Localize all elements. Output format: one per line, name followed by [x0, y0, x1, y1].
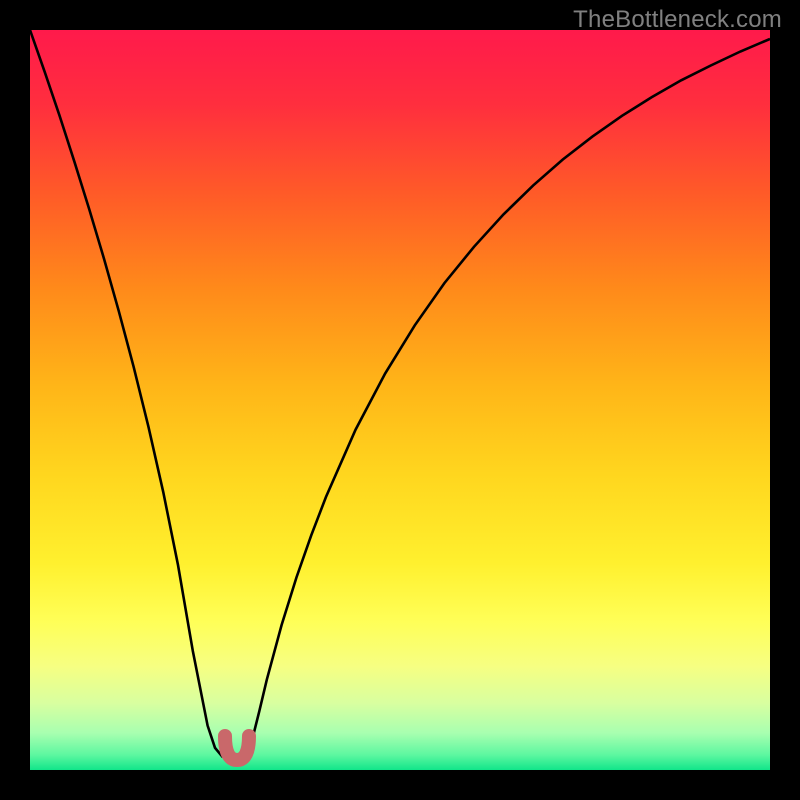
plot-area	[30, 30, 770, 770]
curves-layer	[30, 30, 770, 770]
bottleneck-curve	[30, 30, 770, 759]
watermark-text: TheBottleneck.com	[573, 6, 782, 34]
sweet-range-marker	[225, 736, 249, 760]
black-frame: TheBottleneck.com	[0, 0, 800, 800]
